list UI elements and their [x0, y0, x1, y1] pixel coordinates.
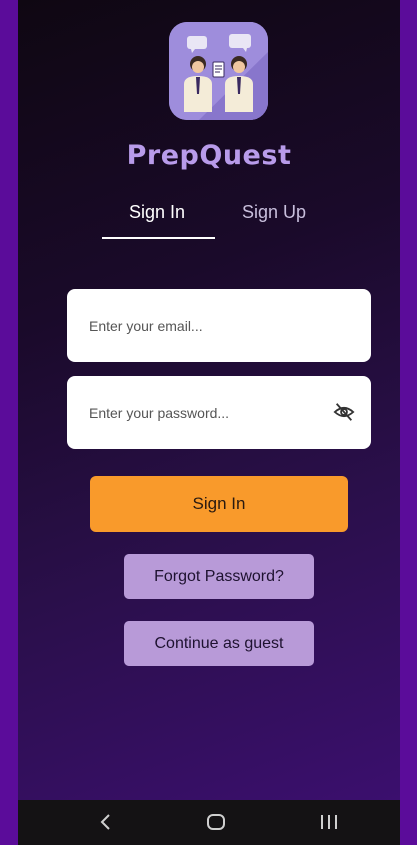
app-title: PrepQuest [126, 140, 292, 171]
password-field[interactable] [67, 376, 371, 449]
system-navigation-bar [18, 800, 400, 845]
active-tab-indicator [102, 237, 215, 239]
logo-illustration-icon [169, 22, 268, 120]
eye-off-icon[interactable] [333, 401, 355, 423]
email-input[interactable] [89, 289, 329, 362]
tab-sign-in[interactable]: Sign In [129, 202, 185, 223]
continue-as-guest-button[interactable]: Continue as guest [124, 621, 314, 666]
forgot-password-button[interactable]: Forgot Password? [124, 554, 314, 599]
sign-in-button[interactable]: Sign In [90, 476, 348, 532]
home-icon[interactable] [206, 812, 226, 832]
back-icon[interactable] [98, 812, 114, 832]
email-field[interactable] [67, 289, 371, 362]
password-input[interactable] [89, 376, 329, 449]
recent-apps-icon[interactable] [318, 812, 340, 832]
app-logo [169, 22, 268, 120]
phone-screen: PrepQuest Sign In Sign Up Sign In Forgot… [18, 0, 400, 800]
tab-sign-up[interactable]: Sign Up [242, 202, 306, 223]
